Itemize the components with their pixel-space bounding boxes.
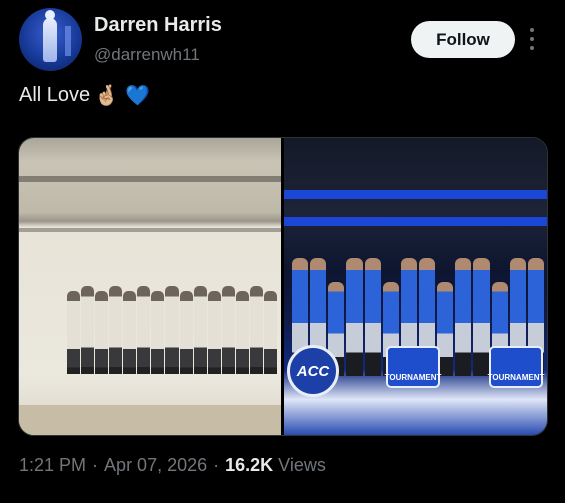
arena-ribbon-board [284,217,547,226]
avatar[interactable] [19,8,82,71]
views-label: Views [278,455,326,475]
tweet-body: All Love [19,84,91,106]
team-photo-studio[interactable] [19,138,281,435]
author-name[interactable]: Darren Harris [94,14,222,37]
more-options-icon[interactable] [527,28,537,50]
more-dot [530,37,534,41]
more-dot [530,28,534,32]
more-dot [530,46,534,50]
meta-separator: · [213,455,220,475]
photo-ceiling-band [19,228,281,232]
author-handle[interactable]: @darrenwh11 [94,45,200,65]
tweet-time[interactable]: 1:21 PM [19,455,86,476]
meta-separator: · [92,455,99,475]
tweet-meta: 1:21 PM · Apr 07, 2026 · 16.2K Views [19,455,326,476]
views-count[interactable]: 16.2K [225,455,273,476]
tweet-text: All Love 🤞🏼 💙 [19,84,150,107]
acc-logo: ACC [287,345,339,397]
avatar-backdrop [65,26,71,56]
avatar-figure [43,10,57,62]
blue-heart-emoji: 💙 [125,84,150,107]
media-grid: ACC TOURNAMENT TOURNAMENT [18,137,548,436]
arena-ribbon-board [284,190,547,199]
team-celebration-photo[interactable]: ACC TOURNAMENT TOURNAMENT [284,138,547,435]
tournament-sign: TOURNAMENT [488,346,544,388]
fingers-crossed-emoji: 🤞🏼 [94,84,120,107]
photo-ceiling-band [19,176,281,182]
follow-button[interactable]: Follow [411,21,515,58]
tournament-sign: TOURNAMENT [385,346,441,388]
photo-floor [19,405,281,435]
team-lineup [67,286,277,374]
tweet-date[interactable]: Apr 07, 2026 [104,455,207,476]
